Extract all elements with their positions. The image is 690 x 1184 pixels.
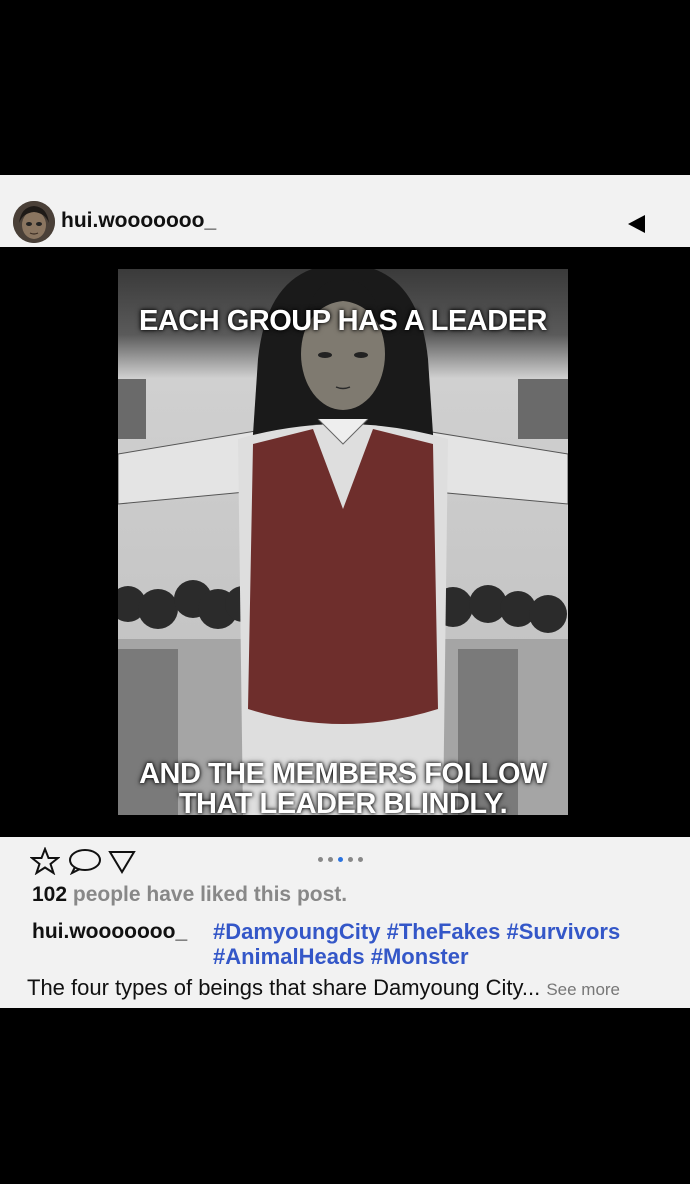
post-card: hui.wooooooo_ EACH GROUP HAS A LEADER AN… bbox=[0, 175, 690, 1008]
post-image-area: EACH GROUP HAS A LEADER AND THE MEMBERS … bbox=[0, 247, 690, 837]
image-caption-bottom-line2: THAT LEADER BLINDLY. bbox=[178, 788, 508, 815]
likes-count: 102 bbox=[32, 883, 68, 906]
see-more-link[interactable]: See more bbox=[546, 980, 620, 999]
hashtag-link[interactable]: #TheFakes bbox=[387, 919, 501, 944]
avatar[interactable] bbox=[13, 201, 55, 243]
share-icon[interactable] bbox=[107, 847, 137, 880]
back-arrow-icon[interactable] bbox=[628, 215, 645, 233]
comment-icon[interactable] bbox=[67, 847, 103, 880]
post-actions: 102 people have liked this post. hui.woo… bbox=[0, 837, 690, 1008]
likes-summary[interactable]: 102 people have liked this post. bbox=[32, 883, 347, 907]
carousel-dot-active[interactable] bbox=[338, 857, 343, 862]
post-description: The four types of beings that share Damy… bbox=[27, 975, 620, 1001]
carousel-dot[interactable] bbox=[318, 857, 323, 862]
hashtag-link[interactable]: #DamyoungCity bbox=[213, 919, 380, 944]
image-caption-bottom-line1: AND THE MEMBERS FOLLOW bbox=[139, 758, 547, 790]
hashtags: #DamyoungCity #TheFakes #Survivors #Anim… bbox=[213, 919, 683, 969]
hashtag-link[interactable]: #Monster bbox=[371, 944, 469, 969]
post-image[interactable]: EACH GROUP HAS A LEADER AND THE MEMBERS … bbox=[118, 269, 568, 815]
hashtag-link[interactable]: #Survivors bbox=[506, 919, 620, 944]
post-username[interactable]: hui.wooooooo_ bbox=[61, 209, 216, 233]
caption-username[interactable]: hui.wooooooo_ bbox=[32, 920, 187, 944]
carousel-indicator bbox=[318, 857, 363, 862]
image-caption-bottom: AND THE MEMBERS FOLLOW THAT LEADER BLIND… bbox=[118, 759, 568, 815]
description-text: The four types of beings that share Damy… bbox=[27, 975, 541, 1000]
star-icon[interactable] bbox=[29, 846, 61, 880]
carousel-dot[interactable] bbox=[358, 857, 363, 862]
post-header: hui.wooooooo_ bbox=[0, 175, 690, 247]
carousel-dot[interactable] bbox=[348, 857, 353, 862]
carousel-dot[interactable] bbox=[328, 857, 333, 862]
image-caption-top: EACH GROUP HAS A LEADER bbox=[139, 305, 547, 337]
likes-text: people have liked this post. bbox=[67, 883, 348, 906]
hashtag-link[interactable]: #AnimalHeads bbox=[213, 944, 365, 969]
